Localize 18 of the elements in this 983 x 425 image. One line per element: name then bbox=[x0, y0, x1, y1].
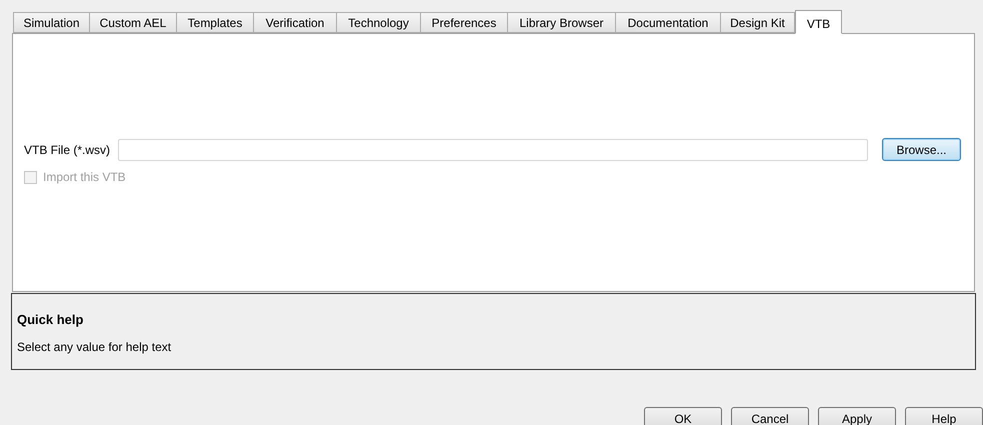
dialog-button[interactable]: OK bbox=[644, 407, 722, 425]
dialog-button[interactable]: Cancel bbox=[731, 407, 809, 425]
tab[interactable]: Simulation bbox=[13, 12, 90, 33]
tab[interactable]: Documentation bbox=[616, 12, 721, 33]
help-title: Quick help bbox=[17, 311, 84, 329]
input-field[interactable] bbox=[118, 138, 868, 160]
help-text: Select any value for help text bbox=[17, 338, 172, 356]
tab[interactable]: Templates bbox=[177, 12, 254, 33]
tab[interactable]: Technology bbox=[337, 12, 421, 33]
browse-button[interactable]: Browse... bbox=[882, 138, 961, 161]
tab[interactable]: Library Browser bbox=[508, 12, 616, 33]
tab[interactable]: VTB bbox=[795, 10, 842, 34]
tab[interactable]: Preferences bbox=[421, 12, 508, 33]
tab[interactable]: Design Kit bbox=[721, 12, 795, 33]
checkbox-label: Import this VTB bbox=[43, 169, 126, 186]
tab[interactable]: Verification bbox=[254, 12, 337, 33]
tab[interactable]: Custom AEL bbox=[90, 12, 177, 33]
field-label: VTB File (*.wsv) bbox=[24, 142, 110, 158]
